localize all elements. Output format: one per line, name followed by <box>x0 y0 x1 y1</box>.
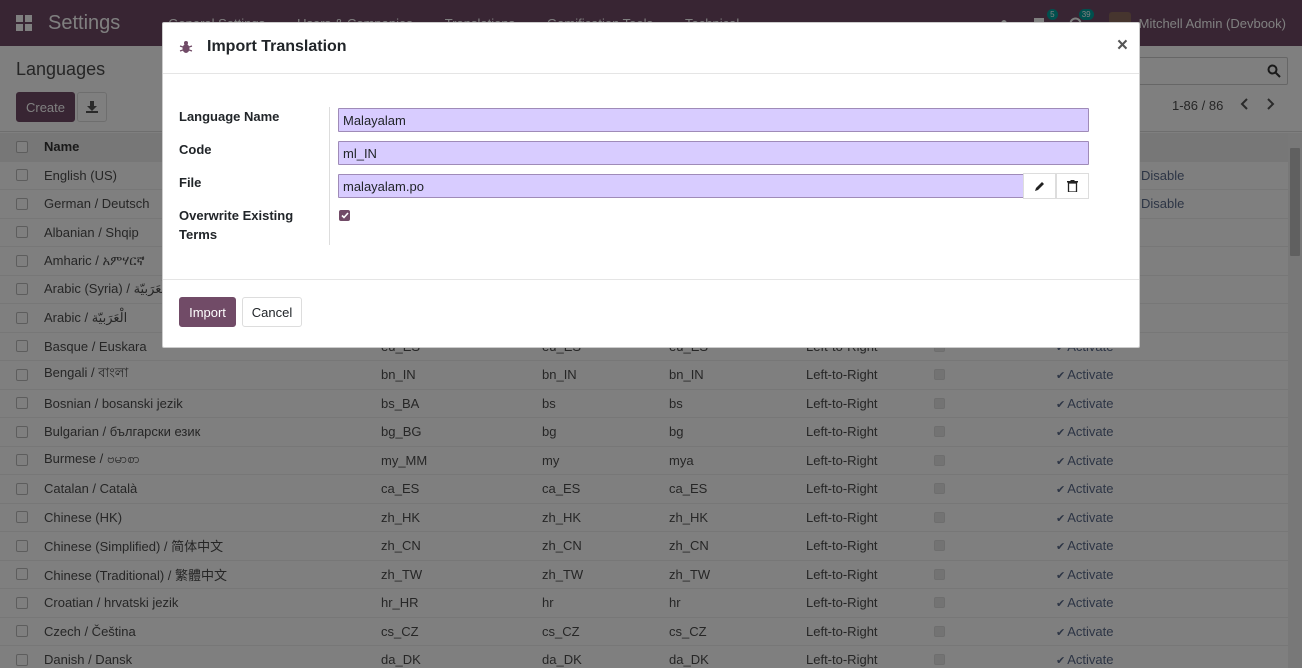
overwrite-terms-label-line1: Overwrite Existing <box>179 208 294 223</box>
trash-icon <box>1067 180 1078 192</box>
language-name-label: Language Name <box>179 109 280 124</box>
overwrite-terms-label-line2: Terms <box>179 227 218 242</box>
import-translation-dialog: Import Translation × Language Name Malay… <box>162 22 1140 348</box>
clear-file-button[interactable] <box>1056 173 1089 199</box>
bug-icon <box>179 41 193 53</box>
pencil-icon <box>1034 182 1044 191</box>
edit-file-button[interactable] <box>1023 173 1056 199</box>
modal-footer: Import Cancel <box>163 279 1139 348</box>
code-label: Code <box>179 142 212 157</box>
file-input[interactable]: malayalam.po <box>338 174 1024 198</box>
overwrite-terms-label: Overwrite Existing Terms <box>179 206 293 244</box>
label-divider <box>329 107 330 245</box>
file-label: File <box>179 175 202 190</box>
import-button[interactable]: Import <box>179 297 236 327</box>
code-input[interactable]: ml_IN <box>338 141 1089 165</box>
overwrite-terms-checkbox[interactable] <box>339 210 350 221</box>
cancel-button[interactable]: Cancel <box>242 297 302 327</box>
modal-body: Language Name Malayalam Code ml_IN File … <box>163 74 1139 279</box>
modal-header: Import Translation × <box>163 23 1139 74</box>
modal-title: Import Translation <box>207 38 347 55</box>
close-icon[interactable]: × <box>1117 35 1128 57</box>
language-name-input[interactable]: Malayalam <box>338 108 1089 132</box>
checkmark-icon <box>340 212 349 219</box>
